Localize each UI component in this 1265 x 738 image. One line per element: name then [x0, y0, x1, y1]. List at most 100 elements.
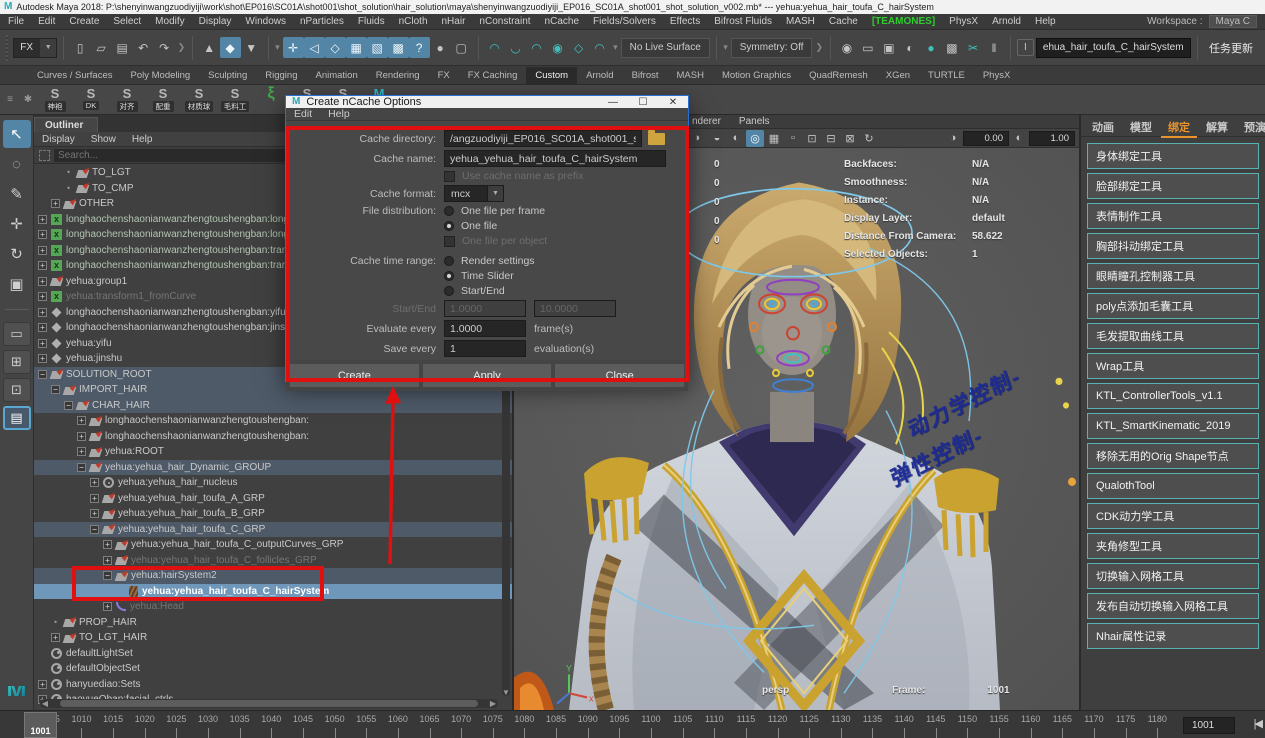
tool-script-button[interactable]: CDK动力学工具: [1087, 503, 1259, 529]
menu-item[interactable]: Select: [113, 16, 141, 27]
expand-toggle-icon[interactable]: +: [38, 277, 47, 286]
cache-format-select[interactable]: mcx: [444, 185, 488, 202]
dialog-action-button[interactable]: Close: [555, 364, 684, 387]
file-action-icon[interactable]: ↶: [133, 37, 154, 58]
outliner-row[interactable]: + yehua:yehua_hair_toufa_C_outputCurves_…: [34, 537, 512, 553]
timeline-tick[interactable]: 1030: [192, 711, 224, 738]
end-frame-input[interactable]: [534, 300, 616, 317]
outliner-row[interactable]: + yehua:Head: [34, 599, 512, 615]
menu-item[interactable]: Windows: [245, 16, 286, 27]
outliner-row[interactable]: + yehua:yehua_hair_toufa_C_follicles_GRP: [34, 553, 512, 569]
snap-icon[interactable]: ●: [430, 37, 451, 58]
menu-item[interactable]: Arnold: [992, 16, 1021, 27]
shelf-tab[interactable]: PhysX: [974, 67, 1019, 84]
expand-toggle-icon[interactable]: +: [38, 292, 47, 301]
shelf-button[interactable]: S 配重: [148, 87, 178, 112]
gamma-field[interactable]: 1.00: [1029, 131, 1075, 146]
timeline-tick[interactable]: 1065: [414, 711, 446, 738]
expand-toggle-icon[interactable]: +: [38, 261, 47, 270]
menu-item[interactable]: Modify: [155, 16, 184, 27]
render-action-icon[interactable]: ✂: [962, 37, 983, 58]
menu-item[interactable]: nConstraint: [479, 16, 530, 27]
construction-history-icon[interactable]: ◡: [505, 37, 526, 58]
shelf-tab[interactable]: Animation: [306, 67, 366, 84]
tool-button[interactable]: ▣: [3, 270, 31, 298]
expand-toggle-icon[interactable]: +: [77, 416, 86, 425]
tool-script-button[interactable]: 毛发提取曲线工具: [1087, 323, 1259, 349]
time-slider[interactable]: 1005101010151020102510301035104010451050…: [0, 710, 1265, 738]
outliner-menu-item[interactable]: Help: [132, 134, 153, 145]
timeline-tick[interactable]: 1155: [983, 711, 1015, 738]
viewport-toolbar-icon[interactable]: ◗: [689, 130, 707, 147]
timeline-tick[interactable]: 1035: [224, 711, 256, 738]
timeline-tick[interactable]: 1120: [762, 711, 794, 738]
tool-script-button[interactable]: 身体绑定工具: [1087, 143, 1259, 169]
expand-toggle-icon[interactable]: +: [51, 199, 60, 208]
expand-toggle-icon[interactable]: +: [90, 494, 99, 503]
outliner-row[interactable]: + TO_LGT_HAIR: [34, 630, 512, 646]
folder-browse-icon[interactable]: [648, 133, 665, 145]
outliner-row[interactable]: + longhaochenshaonianwanzhengtoushengban…: [34, 413, 512, 429]
tool-script-button[interactable]: KTL_SmartKinematic_2019: [1087, 413, 1259, 439]
selection-mode-icon[interactable]: ▼: [241, 37, 262, 58]
timeline-tick[interactable]: 1080: [509, 711, 541, 738]
dialog-title-bar[interactable]: M Create nCache Options — ☐ ✕: [286, 96, 688, 108]
one-file-per-frame-radio[interactable]: [444, 206, 454, 216]
expand-toggle-icon[interactable]: +: [38, 680, 47, 689]
chevron-down-icon[interactable]: ▾: [613, 42, 618, 53]
shelf-tab[interactable]: Bifrost: [623, 67, 668, 84]
timeline-tick[interactable]: 1015: [97, 711, 129, 738]
tool-script-button[interactable]: 表情制作工具: [1087, 203, 1259, 229]
cache-name-input[interactable]: [444, 150, 666, 167]
expand-toggle-icon[interactable]: −: [38, 370, 47, 379]
prefix-checkbox[interactable]: [444, 171, 455, 182]
outliner-row[interactable]: + yehua:yehua_hair_toufa_B_GRP: [34, 506, 512, 522]
layout-button[interactable]: ▭: [3, 322, 31, 346]
scroll-down-icon[interactable]: ▼: [502, 688, 510, 697]
expand-toggle-icon[interactable]: +: [77, 447, 86, 456]
menu-item[interactable]: nParticles: [300, 16, 344, 27]
timeline-tick[interactable]: 1140: [888, 711, 920, 738]
shelf-tab[interactable]: Poly Modeling: [122, 67, 200, 84]
tool-script-button[interactable]: 胸部抖动绑定工具: [1087, 233, 1259, 259]
menu-item[interactable]: Effects: [670, 16, 700, 27]
expand-toggle-icon[interactable]: −: [77, 463, 86, 472]
render-action-icon[interactable]: ◐: [899, 37, 920, 58]
menu-item[interactable]: nCloth: [399, 16, 428, 27]
menu-item[interactable]: Fields/Solvers: [593, 16, 656, 27]
menu-set-dropdown[interactable]: FX ▼: [13, 38, 57, 58]
timeline-tick[interactable]: 1170: [1078, 711, 1110, 738]
outliner-row[interactable]: + yehua:ROOT: [34, 444, 512, 460]
viewport-toolbar-icon[interactable]: ▫: [784, 130, 802, 147]
timeline-tick[interactable]: 1180: [1141, 711, 1173, 738]
one-file-radio[interactable]: [444, 221, 454, 231]
workspace-value[interactable]: Maya C: [1209, 15, 1257, 28]
outliner-row[interactable]: + yehua:yehua_hair_nucleus: [34, 475, 512, 491]
expand-toggle-icon[interactable]: •: [64, 168, 73, 177]
viewport-toolbar-icon[interactable]: ⊟: [822, 130, 840, 147]
tool-script-button[interactable]: 移除无用的Orig Shape节点: [1087, 443, 1259, 469]
tools-tab[interactable]: 动画: [1085, 118, 1121, 138]
shelf-tab[interactable]: Rigging: [256, 67, 306, 84]
timeline-tick[interactable]: 1165: [1047, 711, 1079, 738]
scroll-left-icon[interactable]: ◀: [40, 699, 50, 708]
timeline-tick[interactable]: 1095: [604, 711, 636, 738]
file-action-icon[interactable]: ▯: [70, 37, 91, 58]
tool-script-button[interactable]: poly点添加毛囊工具: [1087, 293, 1259, 319]
tools-tab[interactable]: 绑定: [1161, 118, 1197, 138]
timeline-tick[interactable]: 1045: [287, 711, 319, 738]
snap-icon[interactable]: ▧: [367, 37, 388, 58]
gamma-icon[interactable]: ◐: [1010, 130, 1028, 147]
expand-toggle-icon[interactable]: +: [90, 509, 99, 518]
timeline-tick[interactable]: 1150: [952, 711, 984, 738]
expand-toggle-icon[interactable]: +: [51, 633, 60, 642]
timeline-tick[interactable]: 1025: [161, 711, 193, 738]
collapse-icon[interactable]: ▾: [723, 42, 728, 53]
snap-icon[interactable]: ?: [409, 37, 430, 58]
shelf-button[interactable]: ξ: [256, 87, 286, 112]
menu-item[interactable]: nHair: [442, 16, 466, 27]
maximize-icon[interactable]: ☐: [628, 96, 658, 108]
close-icon[interactable]: ✕: [658, 96, 688, 108]
shelf-button[interactable]: S DK: [76, 87, 106, 112]
shelf-tab[interactable]: Curves / Surfaces: [28, 67, 122, 84]
